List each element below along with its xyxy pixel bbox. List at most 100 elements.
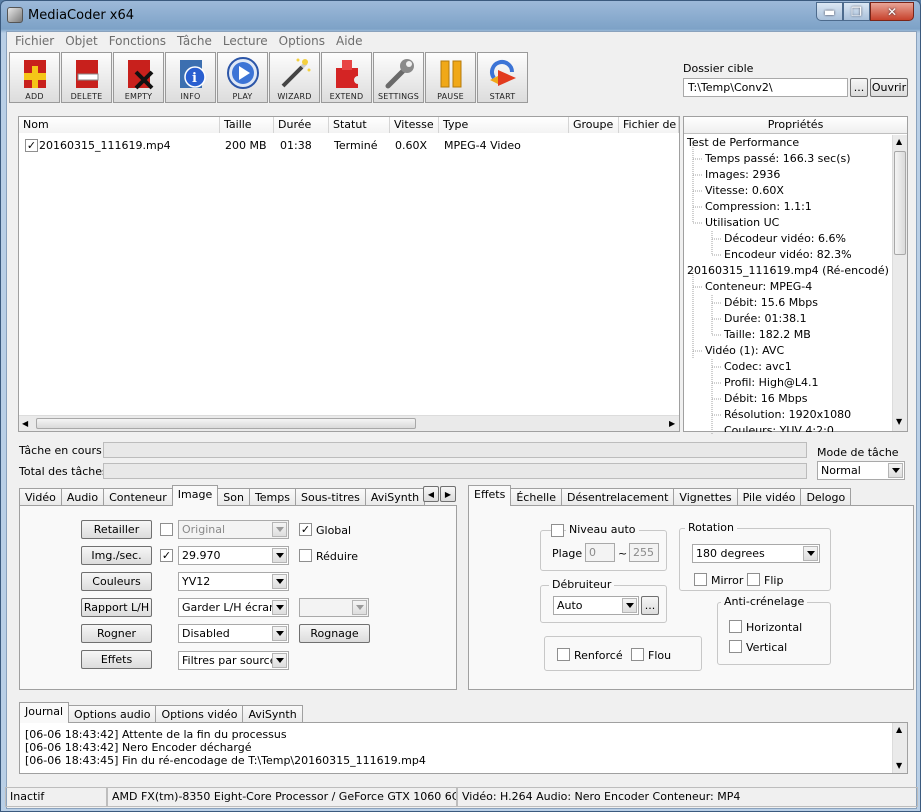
browse-button[interactable]: ... [850, 78, 868, 97]
global-checkbox[interactable]: ✓ [299, 523, 312, 536]
col-duree[interactable]: Durée [274, 117, 329, 133]
log-panel[interactable]: [06-06 18:43:42] Attente de la fin du pr… [19, 722, 908, 774]
open-button[interactable]: Ouvrir [870, 78, 908, 97]
log-scrollbar[interactable]: ▲ ▼ [892, 723, 907, 773]
mirror-checkbox[interactable] [694, 573, 707, 586]
denoiser-select[interactable]: Auto [553, 596, 639, 615]
colors-select[interactable]: YV12 [178, 572, 289, 591]
close-button[interactable]: ✕ [870, 2, 914, 21]
vertical-checkbox[interactable] [729, 640, 742, 653]
tab-son[interactable]: Son [217, 488, 250, 506]
pause-button[interactable]: PAUSE [425, 52, 476, 103]
col-type[interactable]: Type [439, 117, 569, 133]
blur-checkbox[interactable] [631, 648, 644, 661]
tab-audio[interactable]: Audio [60, 488, 105, 506]
tab-echelle[interactable]: Échelle [510, 488, 562, 506]
extend-button[interactable]: EXTEND [321, 52, 372, 103]
menu-lecture[interactable]: Lecture [219, 32, 272, 51]
delete-button[interactable]: DELETE [61, 52, 112, 103]
wizard-button[interactable]: WIZARD [269, 52, 320, 103]
crop-button[interactable]: Rogner [81, 624, 152, 643]
tab-audio-options[interactable]: Options audio [68, 705, 157, 723]
reinforced-checkbox[interactable] [557, 648, 570, 661]
tab-journal[interactable]: Journal [19, 702, 70, 723]
horizontal-scrollbar[interactable]: ◀ ▶ [19, 415, 679, 431]
fps-select[interactable]: 29.970 [178, 546, 289, 565]
tab-effets[interactable]: Effets [468, 485, 512, 506]
start-button[interactable]: START [477, 52, 528, 103]
tree-item[interactable]: Couleurs: YUV 4:2:0 [724, 424, 834, 432]
minimize-button[interactable]: ▬ [816, 2, 843, 21]
col-taille[interactable]: Taille [220, 117, 274, 133]
tab-temps[interactable]: Temps [248, 488, 296, 506]
tab-desentrelacement[interactable]: Désentrelacement [560, 488, 675, 506]
menu-fichier[interactable]: Fichier [11, 32, 58, 51]
tab-video-options[interactable]: Options vidéo [155, 705, 244, 723]
tree-item[interactable]: Profil: High@L4.1 [724, 376, 819, 389]
scroll-up-icon[interactable]: ▲ [896, 137, 902, 146]
tree-item[interactable]: Taille: 182.2 MB [724, 328, 811, 341]
crop-select[interactable]: Disabled [178, 624, 289, 643]
empty-button[interactable]: EMPTY [113, 52, 164, 103]
rotation-select[interactable]: 180 degrees [692, 544, 820, 563]
effects-button[interactable]: Effets [81, 650, 152, 669]
tree-item[interactable]: Décodeur vidéo: 6.6% [724, 232, 846, 245]
tab-avisynth-options[interactable]: AviSynth [242, 705, 303, 723]
table-row[interactable]: ✓ 20160315_111619.mp4 200 MB 01:38 Termi… [19, 137, 679, 155]
col-groupe[interactable]: Groupe [569, 117, 619, 133]
tree-item[interactable]: Débit: 16 Mbps [724, 392, 807, 405]
col-vitesse[interactable]: Vitesse [390, 117, 439, 133]
scroll-right-icon[interactable]: ▶ [669, 419, 675, 428]
denoiser-more-button[interactable]: ... [641, 596, 659, 615]
tree-item[interactable]: Résolution: 1920x1080 [724, 408, 851, 421]
tab-scroll-left-icon[interactable]: ◀ [423, 486, 439, 502]
tree-item[interactable]: Encodeur vidéo: 82.3% [724, 248, 852, 261]
fps-button[interactable]: Img./sec. [81, 546, 152, 565]
scroll-down-icon[interactable]: ▼ [896, 761, 902, 770]
horizontal-checkbox[interactable] [729, 620, 742, 633]
tree-item[interactable]: Compression: 1.1:1 [705, 200, 812, 213]
fps-checkbox[interactable]: ✓ [160, 549, 173, 562]
resize-checkbox[interactable] [160, 523, 173, 536]
resize-button[interactable]: Retailler [81, 520, 152, 539]
tab-vignettes[interactable]: Vignettes [673, 488, 738, 506]
tab-pile-video[interactable]: Pile vidéo [736, 488, 802, 506]
effects-select[interactable]: Filtres par source [178, 651, 289, 670]
crop-action-button[interactable]: Rognage [299, 624, 370, 643]
col-statut[interactable]: Statut [329, 117, 390, 133]
scroll-down-icon[interactable]: ▼ [896, 417, 902, 426]
task-mode-select[interactable]: Normal [817, 461, 905, 480]
tree-item[interactable]: Temps passé: 166.3 sec(s) [705, 152, 851, 165]
auto-level-checkbox[interactable] [551, 524, 564, 537]
scroll-up-icon[interactable]: ▲ [896, 725, 902, 734]
aspect-select[interactable]: Garder L/H écran [178, 598, 289, 617]
settings-button[interactable]: SETTINGS [373, 52, 424, 103]
menu-objet[interactable]: Objet [61, 32, 101, 51]
menu-options[interactable]: Options [275, 32, 329, 51]
colors-button[interactable]: Couleurs [81, 572, 152, 591]
menu-tache[interactable]: Tâche [173, 32, 216, 51]
row-checkbox[interactable]: ✓ [25, 139, 38, 152]
info-button[interactable]: i INFO [165, 52, 216, 103]
tree-item[interactable]: Images: 2936 [705, 168, 780, 181]
tab-video[interactable]: Vidéo [19, 488, 62, 506]
play-button[interactable]: PLAY [217, 52, 268, 103]
tree-item[interactable]: 20160315_111619.mp4 (Ré-encodé) [687, 264, 889, 277]
add-button[interactable]: ADD [9, 52, 60, 103]
tree-item[interactable]: Vidéo (1): AVC [705, 344, 784, 357]
scroll-thumb[interactable] [894, 151, 906, 255]
tab-scroll-right-icon[interactable]: ▶ [440, 486, 456, 502]
tree-item[interactable]: Test de Performance [687, 136, 799, 149]
tab-sous-titres[interactable]: Sous-titres [294, 488, 366, 506]
tree-item[interactable]: Vitesse: 0.60X [705, 184, 784, 197]
menu-fonctions[interactable]: Fonctions [105, 32, 170, 51]
tree-item[interactable]: Codec: avc1 [724, 360, 792, 373]
tab-avisynth[interactable]: AviSynth [364, 488, 426, 506]
tree-item[interactable]: Durée: 01:38.1 [724, 312, 807, 325]
file-list[interactable]: Nom Taille Durée Statut Vitesse Type Gro… [18, 116, 680, 432]
col-nom[interactable]: Nom [19, 117, 220, 133]
properties-scrollbar[interactable]: ▲ ▼ [892, 135, 907, 431]
flip-checkbox[interactable] [747, 573, 760, 586]
scroll-thumb[interactable] [36, 418, 416, 429]
maximize-button[interactable]: ❐ [843, 2, 870, 21]
